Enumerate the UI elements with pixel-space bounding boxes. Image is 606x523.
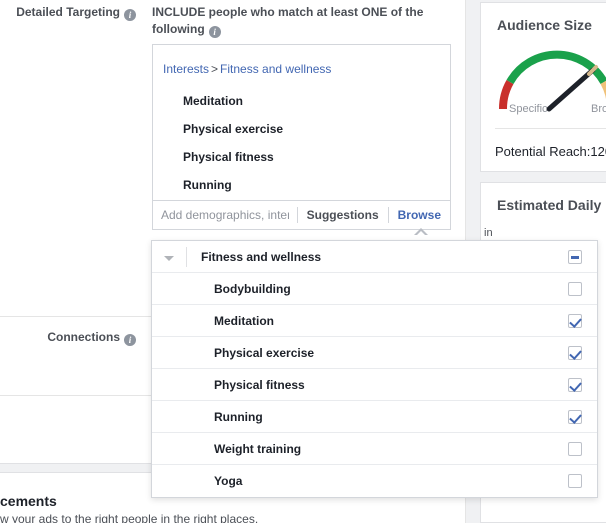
selected-interests-box: Interests>Fitness and wellness Meditatio… [152,44,451,200]
targeting-input-row: Suggestions Browse [152,200,451,230]
info-icon[interactable]: i [124,9,136,21]
chevron-down-icon[interactable] [152,248,186,266]
targeting-search-input[interactable] [153,208,297,222]
selected-interests-list: Meditation Physical exercise Physical fi… [183,87,283,199]
suggestions-button[interactable]: Suggestions [298,201,388,229]
placements-subtitle: w your ads to the right people in the ri… [0,512,258,523]
dropdown-row[interactable]: Fitness and wellness [152,241,597,273]
browse-dropdown: Fitness and wellness Bodybuilding Meditati… [151,240,598,498]
audience-size-card: Audience Size Specific Broad Potential R… [480,2,606,172]
gauge-label-broad: Broad [591,103,606,115]
dropdown-caret-inner-icon [414,231,428,238]
include-heading-text: INCLUDE people who match at least ONE of… [152,5,423,36]
dropdown-row[interactable]: Weight training [152,433,597,465]
placements-title: cements [0,493,57,509]
info-icon[interactable]: i [209,26,221,38]
checkbox-unchecked[interactable] [568,282,582,296]
potential-reach-text: Potential Reach:120, [495,144,606,159]
dropdown-row-label: Weight training [152,442,568,456]
list-item[interactable]: Running [183,171,283,199]
dropdown-row[interactable]: Running [152,401,597,433]
list-item[interactable]: Meditation [183,87,283,115]
checkbox-checked[interactable] [568,410,582,424]
checkbox-unchecked[interactable] [568,474,582,488]
dropdown-row-label: Yoga [152,474,568,488]
divider [495,128,606,129]
detailed-targeting-label-text: Detailed Targeting [16,5,120,19]
dropdown-row[interactable]: Physical fitness [152,369,597,401]
audience-size-title: Audience Size [497,17,592,33]
ghost-line: in [484,225,606,241]
ads-manager-screen: Detailed Targeting i INCLUDE people who m… [0,0,606,523]
checkbox-indeterminate[interactable] [568,250,582,264]
browse-button[interactable]: Browse [389,201,450,229]
connections-label: Connections i [0,330,136,346]
list-item[interactable]: Physical exercise [183,115,283,143]
dropdown-row-label: Meditation [152,314,568,328]
dropdown-row-label: Fitness and wellness [187,250,568,264]
checkbox-checked[interactable] [568,346,582,360]
dropdown-row-label: Physical exercise [152,346,568,360]
dropdown-row-label: Running [152,410,568,424]
dropdown-row[interactable]: Bodybuilding [152,273,597,305]
checkbox-checked[interactable] [568,314,582,328]
include-heading: INCLUDE people who match at least ONE of… [152,4,442,38]
detailed-targeting-label: Detailed Targeting i [0,5,136,21]
dropdown-row-label: Bodybuilding [152,282,568,296]
dropdown-row[interactable]: Physical exercise [152,337,597,369]
dropdown-row-label: Physical fitness [152,378,568,392]
breadcrumb-current[interactable]: Fitness and wellness [220,62,331,76]
checkbox-unchecked[interactable] [568,442,582,456]
list-item[interactable]: Physical fitness [183,143,283,171]
estimated-daily-results-title: Estimated Daily R [497,197,606,213]
gauge-label-specific: Specific [509,103,548,115]
dropdown-row[interactable]: Yoga [152,465,597,497]
connections-label-text: Connections [47,330,120,344]
breadcrumb-separator: > [209,62,220,76]
dropdown-row[interactable]: Meditation [152,305,597,337]
breadcrumb-root[interactable]: Interests [163,62,209,76]
breadcrumb: Interests>Fitness and wellness [163,62,331,76]
info-icon[interactable]: i [124,334,136,346]
checkbox-checked[interactable] [568,378,582,392]
